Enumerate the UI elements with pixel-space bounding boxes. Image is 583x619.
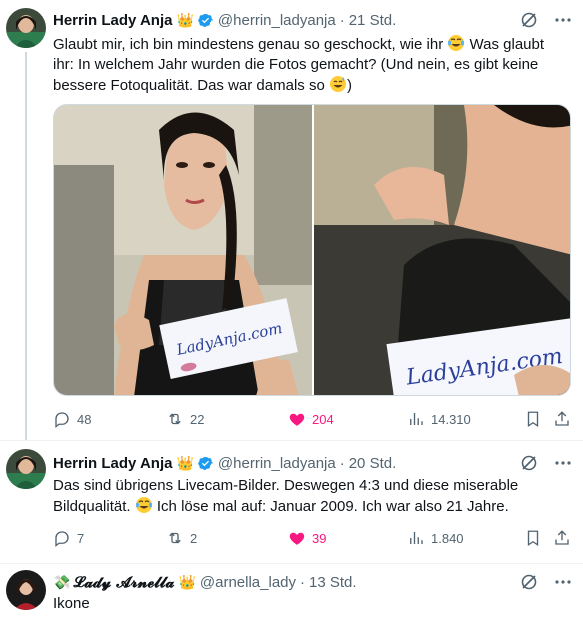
tweet-text: Ikone xyxy=(53,595,90,612)
more-icon[interactable] xyxy=(553,453,573,473)
repost-count: 2 xyxy=(190,530,198,546)
tweet-text: Glaubt mir, ich bin mindestens genau so … xyxy=(53,34,569,96)
tears-of-joy-emoji-icon xyxy=(135,496,153,514)
share-button[interactable] xyxy=(553,409,571,429)
share-button[interactable] xyxy=(553,528,571,548)
tweet-1[interactable]: Herrin Lady Anja 👑 @herrin_ladyanja · 21… xyxy=(0,0,583,440)
views-icon xyxy=(410,532,423,544)
repost-icon xyxy=(169,532,181,544)
action-bar: 7 2 39 1.840 xyxy=(53,528,571,548)
crown-emoji: 👑 xyxy=(178,573,196,590)
media-grid: LadyAnja.com LadyAnja.com xyxy=(53,104,571,396)
reply-icon xyxy=(55,412,69,428)
bookmark-button[interactable] xyxy=(524,409,542,429)
bookmark-icon xyxy=(527,411,539,428)
reply-button[interactable]: 7 xyxy=(53,528,84,548)
reply-button[interactable]: 48 xyxy=(53,409,91,429)
share-icon xyxy=(555,411,569,426)
tweet-text-part2: Ich löse mal auf: Januar 2009. Ich war a… xyxy=(152,498,509,515)
separator-dot: · xyxy=(300,573,306,591)
repost-count: 22 xyxy=(190,411,205,427)
like-icon xyxy=(289,532,305,545)
grinning-sweat-emoji-icon xyxy=(329,75,347,93)
crown-emoji: 👑 xyxy=(176,454,194,471)
repost-icon xyxy=(169,413,181,425)
grok-icon[interactable] xyxy=(519,453,539,473)
author-handle[interactable]: @herrin_ladyanja xyxy=(218,455,336,472)
separator-dot: · xyxy=(339,11,345,29)
header-actions xyxy=(519,10,573,30)
crown-emoji: 👑 xyxy=(176,11,194,28)
separator-dot: · xyxy=(339,454,345,472)
like-button[interactable]: 39 xyxy=(288,528,326,548)
bookmark-button[interactable] xyxy=(524,528,542,548)
grok-icon[interactable] xyxy=(519,572,539,592)
reply-count: 7 xyxy=(77,530,85,546)
views-button[interactable]: 1.840 xyxy=(407,528,464,548)
timestamp[interactable]: 20 Std. xyxy=(349,455,397,472)
timestamp[interactable]: 21 Std. xyxy=(349,12,397,29)
thread-line xyxy=(25,52,27,440)
author-name[interactable]: Herrin Lady Anja xyxy=(53,455,172,472)
share-icon xyxy=(555,530,569,545)
bookmark-icon xyxy=(527,530,539,547)
avatar[interactable] xyxy=(6,8,46,48)
tweet-3[interactable]: 💸 𝓛𝓪𝓭𝔂 𝓐𝓻𝓷𝓮𝓵𝓵𝓪 👑 @arnella_lady · 13 Std.… xyxy=(0,564,583,619)
tweet-header: Herrin Lady Anja 👑 @herrin_ladyanja · 20… xyxy=(53,453,573,473)
tweet-header: Herrin Lady Anja 👑 @herrin_ladyanja · 21… xyxy=(53,10,573,30)
views-count: 1.840 xyxy=(431,530,464,546)
views-count: 14.310 xyxy=(431,411,471,427)
author-handle[interactable]: @arnella_lady xyxy=(200,574,296,591)
media-photo-2[interactable]: LadyAnja.com xyxy=(312,105,570,395)
author-name[interactable]: Herrin Lady Anja xyxy=(53,12,172,29)
header-actions xyxy=(519,453,573,473)
action-bar: 48 22 204 14.310 xyxy=(53,409,571,429)
avatar[interactable] xyxy=(6,570,46,610)
views-icon xyxy=(410,413,423,425)
like-count: 204 xyxy=(312,411,334,427)
like-button[interactable]: 204 xyxy=(288,409,334,429)
reply-count: 48 xyxy=(77,411,92,427)
avatar[interactable] xyxy=(6,449,46,489)
tweet-text: Das sind übrigens Livecam-Bilder. Desweg… xyxy=(53,476,569,517)
tweet-2[interactable]: Herrin Lady Anja 👑 @herrin_ladyanja · 20… xyxy=(0,441,583,563)
like-count: 39 xyxy=(312,530,327,546)
more-icon[interactable] xyxy=(553,572,573,592)
repost-button[interactable]: 2 xyxy=(166,528,197,548)
views-button[interactable]: 14.310 xyxy=(407,409,471,429)
verified-icon xyxy=(197,12,214,29)
repost-button[interactable]: 22 xyxy=(166,409,204,429)
more-icon[interactable] xyxy=(553,10,573,30)
money-emoji: 💸 xyxy=(53,573,71,590)
verified-icon xyxy=(197,455,214,472)
timestamp[interactable]: 13 Std. xyxy=(309,574,357,591)
author-handle[interactable]: @herrin_ladyanja xyxy=(218,12,336,29)
like-icon xyxy=(289,413,305,426)
grok-icon[interactable] xyxy=(519,10,539,30)
header-actions xyxy=(519,572,573,592)
media-photo-1[interactable]: LadyAnja.com xyxy=(54,105,312,395)
author-name[interactable]: 𝓛𝓪𝓭𝔂 𝓐𝓻𝓷𝓮𝓵𝓵𝓪 xyxy=(73,573,174,591)
tweet-text-part3: ) xyxy=(346,77,352,94)
tweet-header: 💸 𝓛𝓪𝓭𝔂 𝓐𝓻𝓷𝓮𝓵𝓵𝓪 👑 @arnella_lady · 13 Std. xyxy=(53,572,573,592)
tears-of-joy-emoji-icon xyxy=(447,34,465,52)
reply-icon xyxy=(55,531,69,547)
tweet-text-part1: Glaubt mir, ich bin mindestens genau so … xyxy=(53,36,448,53)
